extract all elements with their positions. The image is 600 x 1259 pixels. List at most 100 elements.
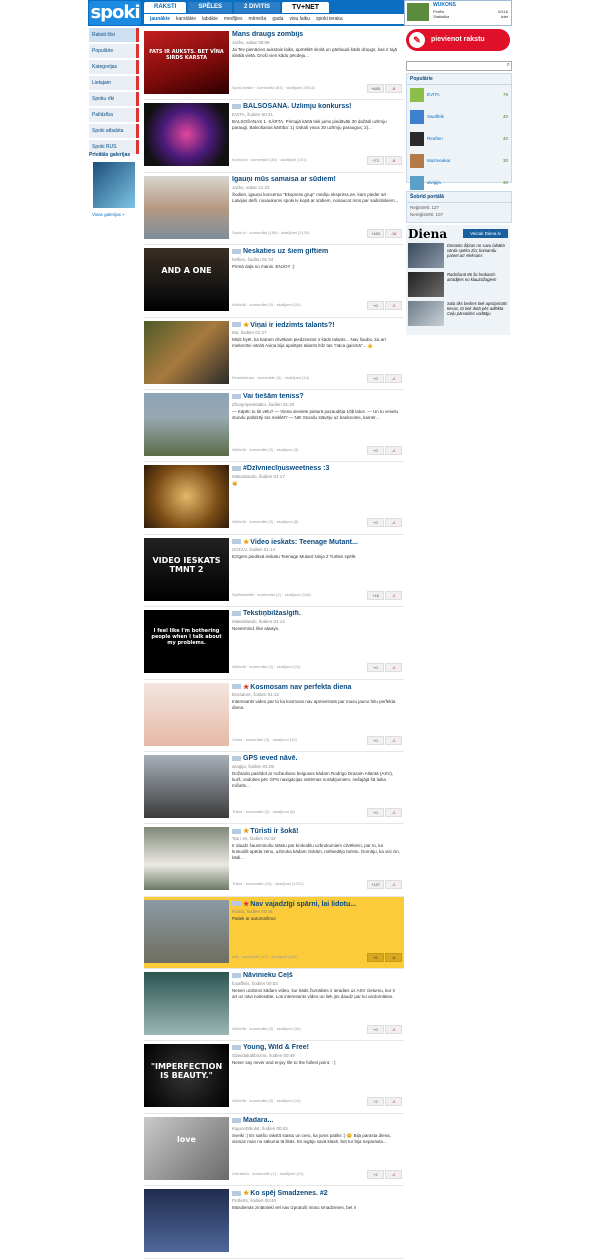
article-footer[interactable]: Atlidzīdi · komentāri (0) · skatījumi (8… bbox=[232, 519, 298, 524]
article-title[interactable]: Nāvinieku Ceļš bbox=[232, 972, 402, 979]
exit-link[interactable]: Iziet bbox=[498, 14, 508, 19]
popular-user-name[interactable]: Mazmeakar bbox=[427, 158, 451, 163]
vote-down-button[interactable]: -0 bbox=[385, 518, 402, 528]
article-title[interactable]: ★Ko spēj Smadzenes. #2 bbox=[232, 1189, 402, 1197]
article-item[interactable]: GPS ieved nāvē. alvigija, šodien 01:06 Dož… bbox=[144, 752, 404, 825]
vote-up-button[interactable]: +0 bbox=[367, 445, 384, 455]
subnav-jaunakie[interactable]: jaunākie bbox=[150, 16, 170, 22]
logo[interactable]: spoki bbox=[89, 1, 141, 25]
user-name[interactable]: WUKONS bbox=[433, 2, 456, 8]
search-icon[interactable]: ⌕ bbox=[507, 62, 510, 69]
vote-down-button[interactable]: -0 bbox=[385, 807, 402, 817]
vote-up-button[interactable]: +2 bbox=[367, 1097, 384, 1107]
article-thumbnail[interactable] bbox=[144, 465, 229, 529]
article-title[interactable]: Tekstiņbilžas/gifi. bbox=[232, 610, 402, 617]
vote-up-button[interactable]: +0 bbox=[367, 518, 384, 528]
popular-user-name[interactable]: EVITA bbox=[427, 92, 440, 97]
vote-up-button[interactable]: +685 bbox=[367, 84, 384, 93]
vote-down-button[interactable]: -0 bbox=[385, 301, 402, 311]
article-footer[interactable]: Atlidzīdi · komentāri (0) · skatījumi (1… bbox=[232, 664, 300, 669]
article-thumbnail[interactable]: I feel like I'm bothering people when I … bbox=[144, 610, 229, 674]
vote-up-button[interactable]: +183 bbox=[367, 228, 384, 238]
article-thumbnail[interactable] bbox=[144, 972, 229, 1036]
article-title[interactable]: BALSOŠANA. Uzlimju konkurss! bbox=[232, 103, 402, 110]
gallery-link[interactable]: Visas galerijas » bbox=[92, 212, 125, 217]
article-thumbnail[interactable] bbox=[144, 175, 229, 239]
article-thumbnail[interactable]: FATS IR AUKSTS. BET VĪNA SIRDS KARSTA bbox=[144, 31, 229, 94]
popular-user-name[interactable]: Reuften bbox=[427, 136, 443, 141]
article-item[interactable]: Nāvinieku Ceļš foxaffisis, šodien 00:53 Ne… bbox=[144, 969, 404, 1042]
vote-up-button[interactable]: +0 bbox=[367, 807, 384, 817]
article-title[interactable]: ★Viņai ir iedzimts talants?! bbox=[232, 321, 402, 329]
vote-down-button[interactable]: -0 bbox=[385, 880, 402, 890]
popular-user[interactable]: EVITA 79 bbox=[407, 85, 511, 107]
vote-down-button[interactable]: -8 bbox=[385, 84, 402, 93]
vote-down-button[interactable]: -0 bbox=[385, 445, 402, 455]
sidebar-item-raksti[interactable]: Raksti šīsi bbox=[89, 28, 139, 42]
avatar[interactable] bbox=[410, 110, 424, 124]
vote-up-button[interactable]: +0 bbox=[367, 735, 384, 745]
vote-down-button[interactable]: -16 bbox=[385, 228, 402, 238]
article-item[interactable]: FATS IR AUKSTS. BET VĪNA SIRDS KARSTA Man… bbox=[144, 28, 404, 101]
subnav-meneša[interactable]: mēneša bbox=[249, 16, 267, 22]
article-thumbnail[interactable] bbox=[144, 320, 229, 384]
popular-user-name[interactable]: Swaffelk bbox=[427, 114, 444, 119]
article-title[interactable]: GPS ieved nāvē. bbox=[232, 755, 402, 762]
stats-link[interactable]: Statistika bbox=[433, 14, 449, 19]
vote-up-button[interactable]: +0 bbox=[367, 1025, 384, 1035]
popular-user-name[interactable]: alvigija bbox=[427, 180, 441, 185]
vote-up-button[interactable]: +0 bbox=[367, 952, 384, 962]
article-thumbnail[interactable] bbox=[144, 392, 229, 456]
article-item[interactable]: Igauņi mūs samaisa ar sūdiem! Jačks, vaka… bbox=[144, 173, 404, 246]
article-item[interactable]: ★Ko spēj Smadzenes. #2 Proferts, šodien 0… bbox=[144, 1186, 404, 1259]
vote-down-button[interactable]: -0 bbox=[385, 735, 402, 745]
vote-up-button[interactable]: +0 bbox=[367, 301, 384, 311]
add-article-button[interactable]: ✎ pievienot rakstu bbox=[406, 29, 510, 51]
article-item[interactable]: BALSOŠANA. Uzlimju konkurss! EVITA, šodie… bbox=[144, 100, 404, 173]
diena-logo[interactable]: Diena bbox=[408, 227, 447, 241]
subnav-medijies[interactable]: medījies bbox=[224, 16, 243, 22]
article-thumbnail[interactable] bbox=[144, 899, 229, 963]
article-thumbnail[interactable] bbox=[144, 754, 229, 818]
vote-up-button[interactable]: +137 bbox=[367, 880, 384, 890]
popular-user[interactable]: Mazmeakar 30 bbox=[407, 151, 511, 173]
sidebar-item-spoku-riki[interactable]: Spoku rīki bbox=[89, 92, 139, 106]
article-thumbnail[interactable] bbox=[144, 827, 229, 891]
vote-down-button[interactable]: -0 bbox=[385, 1169, 402, 1179]
article-thumbnail[interactable] bbox=[144, 682, 229, 746]
article-footer[interactable]: Konkursi · komentāri (30) · skatījumi (1… bbox=[232, 157, 307, 162]
tab-raksti[interactable]: RAKSTI bbox=[144, 2, 187, 13]
vote-down-button[interactable]: -0 bbox=[385, 952, 402, 962]
article-item[interactable]: "IMPERFECTION IS BEAUTY." Young, Wild & F… bbox=[144, 1041, 404, 1114]
article-footer[interactable]: Atlii · komentāri (10) · skatījumi (364) bbox=[232, 954, 298, 959]
article-title[interactable]: Young, Wild & Free! bbox=[232, 1044, 402, 1051]
article-title[interactable]: ★Kosmosam nav perfekta diena bbox=[232, 683, 402, 691]
article-title[interactable]: Mans draugs zombijs bbox=[232, 31, 402, 38]
search-input[interactable]: ⌕ bbox=[406, 61, 512, 71]
article-title[interactable]: ★Nav vajadzīgi spārni, lai lidotu... bbox=[232, 900, 402, 908]
subnav-spoki-ieraka[interactable]: spoki ieraka bbox=[316, 16, 343, 22]
avatar[interactable] bbox=[410, 88, 424, 102]
article-title[interactable]: Vai tiešām teniss? bbox=[232, 393, 402, 400]
sidebar-item-lietajam[interactable]: Lietajam bbox=[89, 76, 139, 90]
tab-divitis[interactable]: 2 DIVITIS bbox=[234, 2, 281, 13]
tab-tvnet[interactable]: TV+NET bbox=[282, 2, 330, 13]
article-title[interactable]: Igauņi mūs samaisa ar sūdiem! bbox=[232, 176, 402, 183]
article-footer[interactable]: Trāne · komentāri (13) · skatījumi (1312… bbox=[232, 881, 304, 886]
vote-up-button[interactable]: +0 bbox=[367, 663, 384, 673]
article-item[interactable]: VIDEO IESKATS TMNT 2 ★Video ieskats: Teen… bbox=[144, 535, 404, 608]
article-item[interactable]: Vai tiešām teniss? Zhoojmpeskitako, šodie… bbox=[144, 390, 404, 463]
vote-down-button[interactable]: -0 bbox=[385, 373, 402, 383]
avatar[interactable] bbox=[410, 154, 424, 168]
vote-down-button[interactable]: -2 bbox=[385, 590, 402, 600]
popular-user[interactable]: Swaffelk 40 bbox=[407, 107, 511, 129]
vote-up-button[interactable]: +72 bbox=[367, 156, 384, 166]
popular-user[interactable]: Reuften 40 bbox=[407, 129, 511, 151]
article-footer[interactable]: Atlidzīdi · komentāri (0) · skatījumi (1… bbox=[232, 302, 301, 307]
article-item[interactable]: AND A ONE Neskaties uz šiem giftiem hellio… bbox=[144, 245, 404, 318]
article-footer[interactable]: Atlidzīdi · komentāri (0) · skatījumi (3… bbox=[232, 1026, 301, 1031]
article-footer[interactable]: Atlidzīdi · komentāri (0) · skatījumi (1… bbox=[232, 1098, 301, 1103]
article-title[interactable]: Neskaties uz šiem giftiem bbox=[232, 248, 402, 255]
article-title[interactable]: #Dzīvniecīņusweetness :3 bbox=[232, 465, 402, 472]
gallery-image[interactable] bbox=[93, 162, 135, 208]
